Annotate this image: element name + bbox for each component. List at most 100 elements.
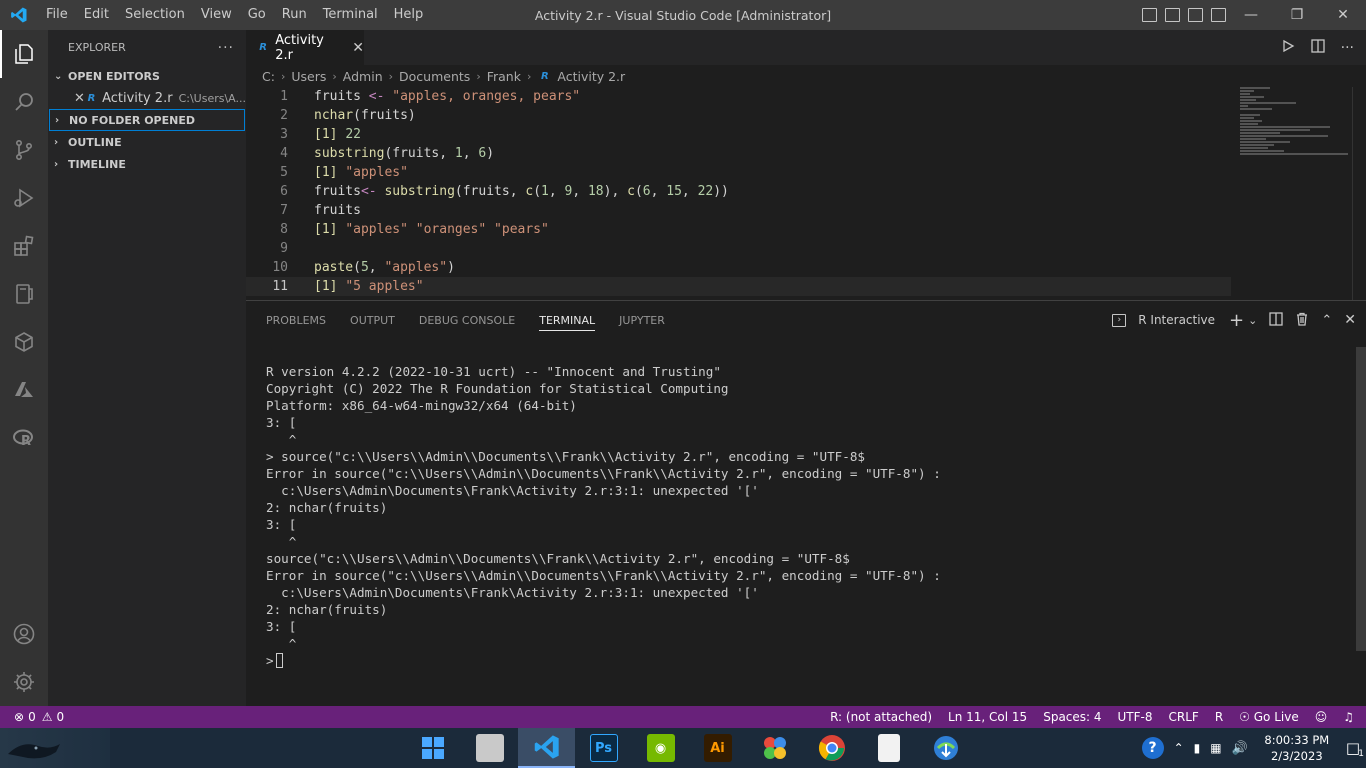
code-line: 5 [1] "apples" xyxy=(246,163,1231,182)
app-grid-icon[interactable] xyxy=(746,728,803,768)
split-terminal-icon[interactable] xyxy=(1269,311,1284,329)
editor-scrollbar[interactable] xyxy=(1352,87,1366,300)
toggle-sidebar-icon[interactable] xyxy=(1142,8,1157,22)
tab-activity-2-r[interactable]: R Activity 2.r ✕ xyxy=(246,30,364,65)
terminal-scrollbar[interactable] xyxy=(1356,347,1366,651)
menu-run[interactable]: Run xyxy=(274,0,315,30)
explorer-title: EXPLORER xyxy=(68,41,126,54)
terminal-name[interactable]: R Interactive xyxy=(1138,313,1215,327)
close-panel-icon[interactable]: ✕ xyxy=(1344,312,1356,328)
extensions-icon[interactable] xyxy=(0,222,48,270)
timeline-section[interactable]: › TIMELINE xyxy=(48,153,246,175)
breadcrumb-drive[interactable]: C: xyxy=(262,69,275,84)
source-control-icon[interactable] xyxy=(0,126,48,174)
terminal-prompt-line[interactable]: > xyxy=(266,652,1326,669)
terminal-line: 2: nchar(fruits) xyxy=(266,602,388,617)
outline-section[interactable]: › OUTLINE xyxy=(48,131,246,153)
internet-download-manager-icon[interactable] xyxy=(917,728,974,768)
breadcrumb-documents[interactable]: Documents xyxy=(399,69,470,84)
outline-label: OUTLINE xyxy=(68,135,122,149)
windows-start-icon[interactable] xyxy=(404,728,461,768)
terminal-prompt: > xyxy=(266,653,274,668)
run-debug-icon[interactable] xyxy=(0,174,48,222)
minimap[interactable] xyxy=(1240,87,1350,300)
end-of-line[interactable]: CRLF xyxy=(1169,710,1199,724)
open-editors-section[interactable]: ⌄ OPEN EDITORS xyxy=(48,65,246,87)
notification-count: 1 xyxy=(1358,749,1364,759)
restore-button[interactable]: ❐ xyxy=(1274,0,1320,30)
chevron-down-icon[interactable]: ⌄ xyxy=(1248,314,1257,327)
go-live-button[interactable]: ☉ Go Live xyxy=(1239,710,1299,724)
notifications-bell-icon[interactable]: ♫ xyxy=(1343,710,1354,724)
r-language-icon[interactable]: R xyxy=(0,414,48,462)
breadcrumb-admin[interactable]: Admin xyxy=(343,69,383,84)
vscode-taskbar-icon[interactable] xyxy=(518,728,575,768)
menu-help[interactable]: Help xyxy=(386,0,432,30)
notepad-icon[interactable] xyxy=(860,728,917,768)
close-tab-icon[interactable]: ✕ xyxy=(352,40,364,56)
menu-view[interactable]: View xyxy=(193,0,240,30)
network-icon[interactable]: ▦ xyxy=(1210,741,1221,755)
code-line: 8 [1] "apples" "oranges" "pears" xyxy=(246,220,1231,239)
open-editor-path: C:\Users\A... xyxy=(178,91,246,105)
open-editor-filename: Activity 2.r xyxy=(102,90,173,106)
menu-go[interactable]: Go xyxy=(240,0,274,30)
help-icon[interactable]: ? xyxy=(1141,737,1164,759)
code-editor[interactable]: 1 fruits <- "apples, oranges, pears" 2 n… xyxy=(246,87,1366,300)
battery-icon[interactable]: ▮ xyxy=(1194,741,1201,755)
tab-debug-console[interactable]: DEBUG CONSOLE xyxy=(419,301,515,339)
explorer-icon[interactable] xyxy=(0,30,48,78)
remote-explorer-icon[interactable] xyxy=(0,270,48,318)
no-folder-section[interactable]: › NO FOLDER OPENED xyxy=(49,109,245,131)
close-window-button[interactable]: ✕ xyxy=(1320,0,1366,30)
breadcrumb-frank[interactable]: Frank xyxy=(487,69,521,84)
menu-terminal[interactable]: Terminal xyxy=(315,0,386,30)
run-file-icon[interactable] xyxy=(1281,39,1295,57)
customize-layout-icon[interactable] xyxy=(1211,8,1226,22)
open-editor-item[interactable]: ✕ R Activity 2.r C:\Users\A... xyxy=(48,87,246,109)
timeline-label: TIMELINE xyxy=(68,157,126,171)
indentation[interactable]: Spaces: 4 xyxy=(1043,710,1101,724)
feedback-icon[interactable]: ☺ xyxy=(1315,710,1328,724)
package-icon[interactable] xyxy=(0,318,48,366)
breadcrumb-file[interactable]: Activity 2.r xyxy=(557,69,625,84)
trash-icon[interactable] xyxy=(1295,312,1309,329)
notification-center-icon[interactable]: □ 1 xyxy=(1346,739,1364,759)
system-tray: ? ⌃ ▮ ▦ 🔊 8:00:33 PM 2/3/2023 □ 1 xyxy=(1141,728,1366,768)
azure-icon[interactable] xyxy=(0,366,48,414)
new-terminal-icon[interactable]: + xyxy=(1229,310,1244,331)
illustrator-icon[interactable]: Ai xyxy=(689,728,746,768)
tab-problems[interactable]: PROBLEMS xyxy=(266,301,326,339)
menu-file[interactable]: File xyxy=(38,0,76,30)
language-mode[interactable]: R xyxy=(1215,710,1223,724)
chrome-icon[interactable] xyxy=(803,728,860,768)
account-icon[interactable] xyxy=(0,610,48,658)
toggle-secondary-sidebar-icon[interactable] xyxy=(1188,8,1203,22)
terminal-output[interactable]: R version 4.2.2 (2022-10-31 ucrt) -- "In… xyxy=(266,363,1326,669)
file-encoding[interactable]: UTF-8 xyxy=(1118,710,1153,724)
nvidia-icon[interactable]: ◉ xyxy=(632,728,689,768)
settings-gear-icon[interactable] xyxy=(0,658,48,706)
volume-icon[interactable]: 🔊 xyxy=(1232,741,1248,756)
menu-edit[interactable]: Edit xyxy=(76,0,117,30)
tab-terminal[interactable]: TERMINAL xyxy=(539,301,595,339)
more-actions-icon[interactable]: ··· xyxy=(218,40,234,56)
clock[interactable]: 8:00:33 PM 2/3/2023 xyxy=(1258,732,1336,764)
menu-selection[interactable]: Selection xyxy=(117,0,193,30)
tab-output[interactable]: OUTPUT xyxy=(350,301,395,339)
tab-jupyter[interactable]: JUPYTER xyxy=(619,301,665,339)
close-editor-icon[interactable]: ✕ xyxy=(74,91,86,106)
cursor-position[interactable]: Ln 11, Col 15 xyxy=(948,710,1027,724)
file-explorer-icon[interactable] xyxy=(461,728,518,768)
problems-status[interactable]: ⊗ 0 ⚠ 0 xyxy=(0,710,64,724)
split-editor-icon[interactable] xyxy=(1310,38,1325,57)
search-icon[interactable] xyxy=(0,78,48,126)
toggle-panel-icon[interactable] xyxy=(1165,8,1180,22)
breadcrumb-users[interactable]: Users xyxy=(291,69,326,84)
show-hidden-icons-icon[interactable]: ⌃ xyxy=(1174,741,1184,755)
more-actions-icon[interactable]: ··· xyxy=(1341,40,1354,56)
maximize-panel-icon[interactable]: ⌃ xyxy=(1321,313,1332,328)
photoshop-icon[interactable]: Ps xyxy=(575,728,632,768)
r-session-status[interactable]: R: (not attached) xyxy=(830,710,932,724)
minimize-button[interactable]: — xyxy=(1228,0,1274,30)
